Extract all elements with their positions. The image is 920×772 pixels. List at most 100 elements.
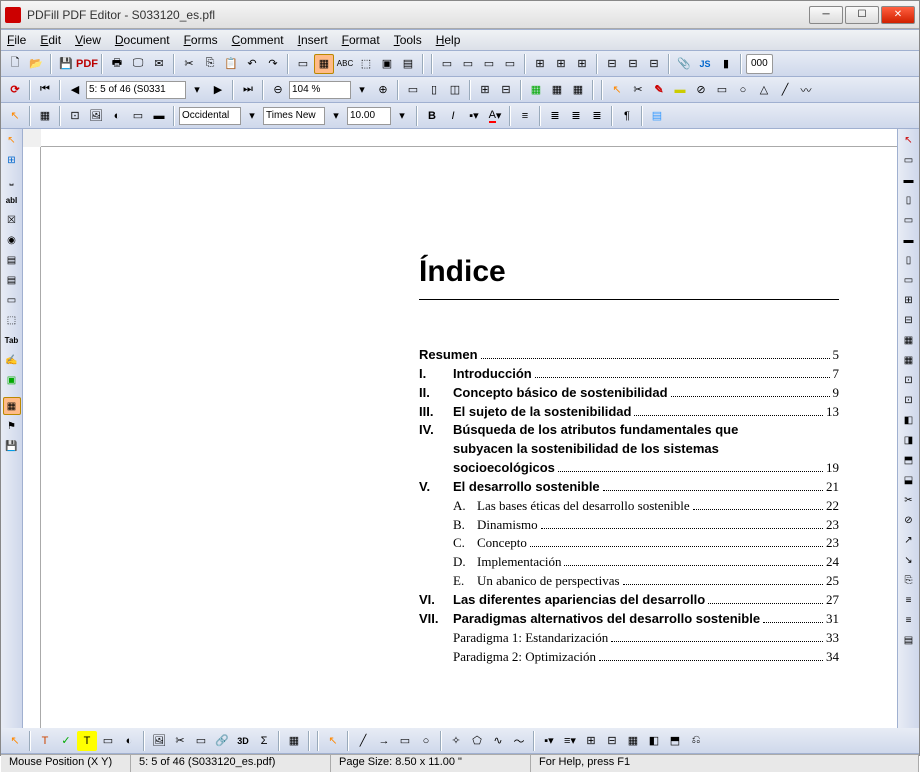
rt-t16-icon[interactable]: ⬒ bbox=[900, 451, 918, 469]
menu-help[interactable]: Help bbox=[436, 33, 461, 47]
rt-t4-icon[interactable]: ▭ bbox=[900, 211, 918, 229]
menu-comment[interactable]: Comment bbox=[232, 33, 284, 47]
bt-t3-icon[interactable]: T bbox=[77, 731, 97, 751]
rect3-icon[interactable]: ▭ bbox=[479, 54, 499, 74]
lt-tab-icon[interactable]: ⎵ bbox=[3, 171, 21, 189]
rt-t9-icon[interactable]: ⊟ bbox=[900, 311, 918, 329]
shape2-icon[interactable]: ○ bbox=[733, 80, 753, 100]
bt-s3-icon[interactable]: ▭ bbox=[395, 731, 415, 751]
rt-t10-icon[interactable]: ▦ bbox=[900, 331, 918, 349]
menu-format[interactable]: Format bbox=[342, 33, 380, 47]
menu-view[interactable]: View bbox=[75, 33, 101, 47]
lt-tab2-icon[interactable]: Tab bbox=[3, 331, 21, 349]
last-page-icon[interactable]: ⏭ bbox=[238, 80, 258, 100]
rt-t11-icon[interactable]: ▦ bbox=[900, 351, 918, 369]
bt-t2-icon[interactable]: ✓ bbox=[56, 731, 76, 751]
rect2-icon[interactable]: ▭ bbox=[458, 54, 478, 74]
fit1-icon[interactable]: ▭ bbox=[403, 80, 423, 100]
lt-btn-icon[interactable]: ▭ bbox=[3, 291, 21, 309]
lt-box-icon[interactable]: ☒ bbox=[3, 211, 21, 229]
tool3-icon[interactable]: ⬚ bbox=[356, 54, 376, 74]
obj4-icon[interactable]: ▭ bbox=[128, 106, 148, 126]
dropdown-icon[interactable]: ▾ bbox=[187, 80, 207, 100]
view1-icon[interactable]: ⊞ bbox=[475, 80, 495, 100]
prev-page-icon[interactable]: ◀ bbox=[65, 80, 85, 100]
tool5-icon[interactable]: ▤ bbox=[398, 54, 418, 74]
lt-abl-icon[interactable]: abI bbox=[3, 191, 21, 209]
obj5-icon[interactable]: ▬ bbox=[149, 106, 169, 126]
rt-t8-icon[interactable]: ⊞ bbox=[900, 291, 918, 309]
lt-radio-icon[interactable]: ◉ bbox=[3, 231, 21, 249]
lt-img-icon[interactable]: ▣ bbox=[3, 371, 21, 389]
zero-display[interactable]: 000 bbox=[746, 54, 773, 74]
bt-s1-icon[interactable]: ╱ bbox=[353, 731, 373, 751]
paste-icon[interactable]: 📋 bbox=[221, 54, 241, 74]
line-icon[interactable]: ╱ bbox=[775, 80, 795, 100]
rt-t1-icon[interactable]: ▭ bbox=[900, 151, 918, 169]
italic-icon[interactable]: I bbox=[443, 106, 463, 126]
highlight-icon[interactable]: ▬ bbox=[670, 80, 690, 100]
lt-mode-icon[interactable]: ▦ bbox=[3, 397, 21, 415]
print-preview-icon[interactable]: 🖵 bbox=[128, 54, 148, 74]
bt-g1-icon[interactable]: ⊞ bbox=[581, 731, 601, 751]
rt-t21-icon[interactable]: ↘ bbox=[900, 551, 918, 569]
save-icon[interactable]: 💾 bbox=[56, 54, 76, 74]
lt-save-icon[interactable]: 💾 bbox=[3, 437, 21, 455]
print-icon[interactable]: 🖶 bbox=[107, 54, 127, 74]
rt-t6-icon[interactable]: ▯ bbox=[900, 251, 918, 269]
color3-icon[interactable]: ▦ bbox=[568, 80, 588, 100]
bt-s7-icon[interactable]: ∿ bbox=[488, 731, 508, 751]
rt-t13-icon[interactable]: ⊡ bbox=[900, 391, 918, 409]
align-left-icon[interactable]: ≡ bbox=[515, 106, 535, 126]
zoom-out-icon[interactable]: ⊖ bbox=[268, 80, 288, 100]
bt-btn-icon[interactable]: ▭ bbox=[191, 731, 211, 751]
rt-t22-icon[interactable]: ⎘ bbox=[900, 571, 918, 589]
menu-file[interactable]: File bbox=[7, 33, 26, 47]
menu-forms[interactable]: Forms bbox=[184, 33, 218, 47]
del2-icon[interactable]: ⊟ bbox=[623, 54, 643, 74]
bt-g2-icon[interactable]: ⊟ bbox=[602, 731, 622, 751]
bt-s4-icon[interactable]: ○ bbox=[416, 731, 436, 751]
lt-link-icon[interactable]: ⬚ bbox=[3, 311, 21, 329]
attach-icon[interactable]: 📎 bbox=[674, 54, 694, 74]
tool4-icon[interactable]: ▣ bbox=[377, 54, 397, 74]
menu-insert[interactable]: Insert bbox=[298, 33, 328, 47]
bt-t5-icon[interactable]: ◐ bbox=[119, 731, 139, 751]
obj3-icon[interactable]: ◐ bbox=[107, 106, 127, 126]
fill-color-icon[interactable]: ▪▾ bbox=[464, 106, 484, 126]
bt-g4-icon[interactable]: ◧ bbox=[644, 731, 664, 751]
page-input[interactable] bbox=[86, 81, 186, 99]
rt-t5-icon[interactable]: ▬ bbox=[900, 231, 918, 249]
minimize-button[interactable]: ─ bbox=[809, 6, 843, 24]
bt-ptr2-icon[interactable]: ↖ bbox=[323, 731, 343, 751]
size-select[interactable] bbox=[347, 107, 391, 125]
rt-t19-icon[interactable]: ⊘ bbox=[900, 511, 918, 529]
rt-t20-icon[interactable]: ↗ bbox=[900, 531, 918, 549]
font-dropdown-icon[interactable]: ▾ bbox=[326, 106, 346, 126]
lt-sig-icon[interactable]: ✍ bbox=[3, 351, 21, 369]
crop-icon[interactable]: ✂ bbox=[628, 80, 648, 100]
redo-icon[interactable]: ↷ bbox=[263, 54, 283, 74]
select-icon[interactable]: ↖ bbox=[5, 106, 25, 126]
rt-t25-icon[interactable]: ▤ bbox=[900, 631, 918, 649]
rt-t3-icon[interactable]: ▯ bbox=[900, 191, 918, 209]
bt-s2-icon[interactable]: → bbox=[374, 731, 394, 751]
email-icon[interactable]: ✉ bbox=[149, 54, 169, 74]
align3-icon[interactable]: ≣ bbox=[587, 106, 607, 126]
del1-icon[interactable]: ⊟ bbox=[602, 54, 622, 74]
view2-icon[interactable]: ⊟ bbox=[496, 80, 516, 100]
refresh-icon[interactable]: ⟳ bbox=[5, 80, 25, 100]
rt-t14-icon[interactable]: ◧ bbox=[900, 411, 918, 429]
fit2-icon[interactable]: ▯ bbox=[424, 80, 444, 100]
bold-icon[interactable]: B bbox=[422, 106, 442, 126]
pilcrow-icon[interactable]: ¶ bbox=[617, 106, 637, 126]
add2-icon[interactable]: ⊞ bbox=[551, 54, 571, 74]
shape1-icon[interactable]: ▭ bbox=[712, 80, 732, 100]
bt-3d-icon[interactable]: 3D bbox=[233, 731, 253, 751]
menu-tools[interactable]: Tools bbox=[394, 33, 422, 47]
add3-icon[interactable]: ⊞ bbox=[572, 54, 592, 74]
next-page-icon[interactable]: ▶ bbox=[208, 80, 228, 100]
first-page-icon[interactable]: ⏮ bbox=[35, 80, 55, 100]
rt-t7-icon[interactable]: ▭ bbox=[900, 271, 918, 289]
bt-s5-icon[interactable]: ✧ bbox=[446, 731, 466, 751]
